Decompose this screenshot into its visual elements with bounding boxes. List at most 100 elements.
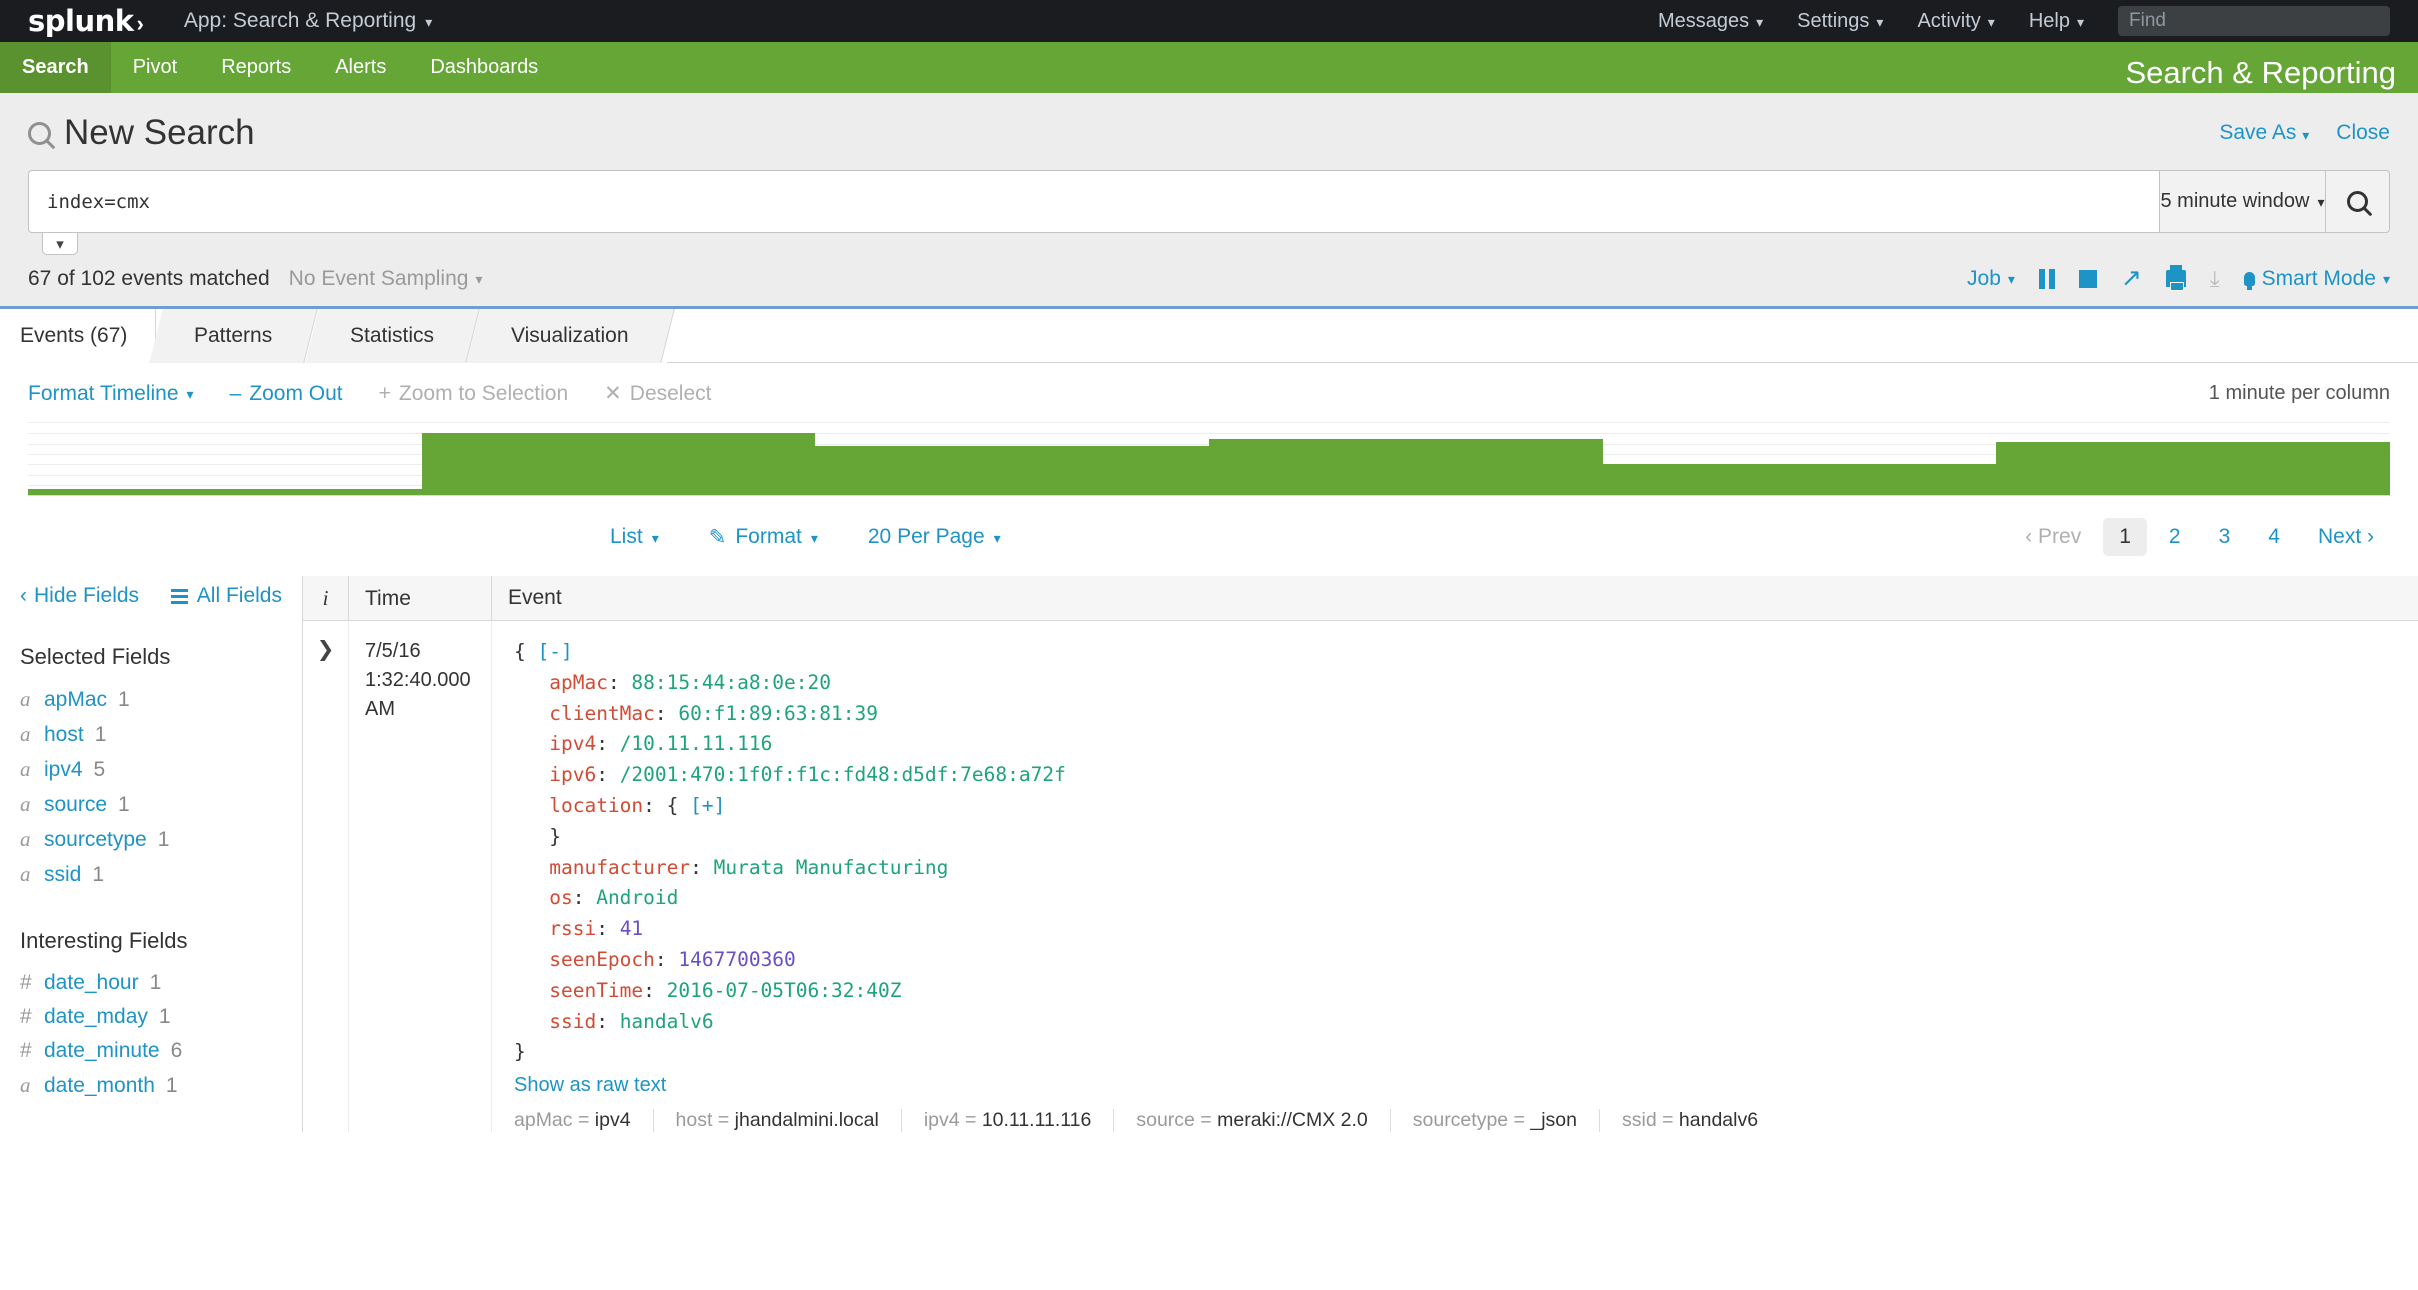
nav-item-pivot[interactable]: Pivot (111, 42, 199, 93)
run-search-button[interactable] (2326, 170, 2390, 233)
kv-key: ipv4 (923, 1109, 960, 1132)
chevron-right-icon[interactable]: ❯ (317, 638, 335, 661)
chart-bar[interactable] (421, 433, 816, 495)
events-table: i Time Event ❯ 7/5/16 1:32:40.000 AM { [… (303, 575, 2418, 1133)
all-fields-button[interactable]: All Fields (170, 584, 282, 608)
kv-source[interactable]: source = meraki://CMX 2.0 (1114, 1109, 1391, 1133)
field-type-icon: a (20, 792, 31, 816)
field-name[interactable]: host (44, 723, 84, 747)
list-view-selector[interactable]: List ▾ (610, 525, 659, 549)
field-type-icon: a (20, 757, 31, 781)
chart-bar[interactable] (1209, 439, 1603, 495)
json-key-manufacturer: manufacturer (549, 855, 691, 879)
field-name[interactable]: date_month (44, 1074, 155, 1098)
search-expand-handle[interactable]: ▾ (42, 233, 78, 255)
tab-visualization[interactable]: Visualization (465, 309, 674, 363)
field-item-date_month[interactable]: a date_month 1 (20, 1068, 282, 1103)
export-button[interactable]: ⤓ (2210, 267, 2220, 290)
interesting-fields-list: # date_hour 1 # date_mday 1 # date_minut… (20, 966, 282, 1103)
kv-ssid[interactable]: ssid = handalv6 (1600, 1109, 1780, 1132)
pencil-icon: ✎ (708, 525, 727, 549)
tab-patterns[interactable]: Patterns (149, 309, 319, 363)
field-item-apMac[interactable]: a apMac 1 (20, 682, 282, 717)
format-results-button[interactable]: ✎ Format ▾ (709, 525, 818, 550)
show-as-raw-text-link[interactable]: Show as raw text (514, 1074, 666, 1097)
per-page-selector[interactable]: 20 Per Page ▾ (868, 525, 1001, 549)
pagination-page-3[interactable]: 3 (2203, 518, 2247, 556)
menu-activity[interactable]: Activity ▾ (1917, 10, 1994, 33)
nav-item-search[interactable]: Search (0, 42, 111, 93)
kv-host[interactable]: host = jhandalmini.local (654, 1109, 902, 1133)
time-range-picker[interactable]: 5 minute window ▾ (2159, 170, 2326, 233)
field-item-date_hour[interactable]: # date_hour 1 (20, 966, 282, 1000)
field-name[interactable]: ssid (44, 863, 81, 887)
row-expand-cell[interactable]: ❯ (303, 621, 349, 1133)
tab-events[interactable]: Events (67) (0, 309, 157, 363)
kv-sourcetype[interactable]: sourcetype = _json (1391, 1109, 1600, 1133)
field-item-date_minute[interactable]: # date_minute 6 (20, 1034, 282, 1068)
pagination-page-1[interactable]: 1 (2103, 518, 2147, 556)
kv-ipv4[interactable]: ipv4 = 10.11.11.116 (902, 1109, 1115, 1133)
nav-item-reports[interactable]: Reports (199, 42, 313, 93)
pause-button[interactable] (2038, 268, 2055, 289)
column-header-time[interactable]: Time (349, 575, 492, 621)
hide-fields-button[interactable]: ‹ Hide Fields (20, 584, 139, 608)
field-item-ssid[interactable]: a ssid 1 (20, 857, 282, 892)
deselect-button: ✕ Deselect (604, 381, 711, 406)
chart-bar[interactable] (28, 488, 422, 495)
field-name[interactable]: sourcetype (44, 828, 147, 852)
event-date: 7/5/16 (365, 640, 421, 662)
nav-item-dashboards[interactable]: Dashboards (408, 42, 560, 93)
field-item-host[interactable]: a host 1 (20, 717, 282, 752)
print-button[interactable] (2165, 265, 2186, 291)
json-key-apMac: apMac (549, 670, 608, 694)
job-menu[interactable]: Job ▾ (1967, 267, 2015, 291)
json-open-brace: { (514, 640, 526, 663)
kv-apMac[interactable]: apMac = ipv4 (514, 1109, 654, 1133)
app-bar: splunk › App: Search & Reporting ▾ Messa… (0, 0, 2418, 42)
chevron-down-icon: ▾ (993, 529, 1001, 546)
column-header-event[interactable]: Event (492, 586, 2418, 610)
field-item-sourcetype[interactable]: a sourcetype 1 (20, 822, 282, 857)
app-selector-menu[interactable]: App: Search & Reporting ▾ (184, 9, 432, 33)
event-sampling-selector[interactable]: No Event Sampling ▾ (289, 267, 483, 291)
field-name[interactable]: date_mday (44, 1005, 148, 1029)
search-input[interactable] (45, 189, 2143, 214)
menu-help[interactable]: Help ▾ (2029, 10, 2084, 33)
chart-bar[interactable] (815, 445, 1209, 495)
field-item-source[interactable]: a source 1 (20, 787, 282, 822)
nav-item-alerts[interactable]: Alerts (313, 42, 408, 93)
field-name[interactable]: source (44, 793, 107, 817)
menu-messages[interactable]: Messages ▾ (1658, 10, 1763, 33)
splunk-logo[interactable]: splunk › (28, 6, 144, 36)
pagination-page-2[interactable]: 2 (2153, 518, 2197, 556)
kv-value: 10.11.11.116 (981, 1109, 1092, 1132)
chart-bar[interactable] (1602, 464, 1997, 495)
tab-statistics[interactable]: Statistics (304, 309, 480, 363)
search-query-box[interactable] (28, 170, 2159, 233)
json-collapse-toggle[interactable]: [-] (538, 640, 573, 663)
menu-settings-label: Settings (1797, 9, 1870, 32)
format-timeline-button[interactable]: Format Timeline ▾ (28, 382, 194, 406)
zoom-out-label: Zoom Out (249, 381, 343, 405)
save-as-button[interactable]: Save As ▾ (2219, 121, 2309, 145)
field-item-ipv4[interactable]: a ipv4 5 (20, 752, 282, 787)
share-button[interactable]: ↗ (2121, 266, 2142, 291)
stop-button[interactable] (2078, 269, 2097, 288)
chart-bar[interactable] (1996, 442, 2390, 495)
menu-settings[interactable]: Settings ▾ (1797, 10, 1883, 33)
field-name[interactable]: date_minute (44, 1039, 160, 1063)
pagination-next[interactable]: Next › (2302, 518, 2390, 556)
find-input[interactable] (2118, 6, 2390, 36)
tab-statistics-label: Statistics (349, 324, 434, 347)
zoom-out-button[interactable]: ‒ Zoom Out (230, 382, 343, 406)
search-mode-selector[interactable]: Smart Mode ▾ (2243, 267, 2390, 291)
field-name[interactable]: ipv4 (44, 758, 83, 782)
pagination-page-4[interactable]: 4 (2252, 518, 2296, 556)
field-item-date_mday[interactable]: # date_mday 1 (20, 1000, 282, 1034)
field-name[interactable]: apMac (44, 688, 107, 712)
close-button[interactable]: Close (2336, 121, 2390, 145)
field-name[interactable]: date_hour (44, 971, 139, 995)
events-timeline-chart[interactable] (28, 422, 2390, 496)
json-expand-toggle-location[interactable]: [+] (690, 794, 725, 817)
